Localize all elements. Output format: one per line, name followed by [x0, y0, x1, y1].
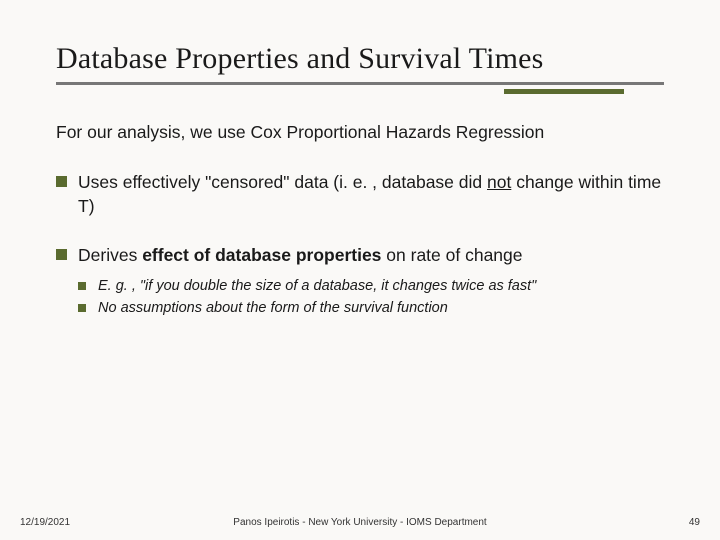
bullet-text-not: not — [487, 172, 511, 192]
bullet-text-strong: effect of database properties — [142, 245, 381, 265]
footer-date: 12/19/2021 — [20, 517, 70, 528]
sub-bullet-text: No assumptions about the form of the sur… — [98, 300, 448, 316]
lead-text: For our analysis, we use Cox Proportiona… — [56, 122, 664, 143]
bullet-text-post: on rate of change — [381, 245, 522, 265]
title-accent-bar — [504, 89, 624, 94]
footer-attribution: Panos Ipeirotis - New York University - … — [233, 517, 486, 528]
title-underline — [56, 82, 664, 85]
footer-page-number: 49 — [689, 517, 700, 528]
slide-footer: 12/19/2021 Panos Ipeirotis - New York Un… — [0, 517, 720, 528]
bullet-item: Derives effect of database properties on… — [56, 244, 664, 319]
bullet-text-pre: Derives — [78, 245, 142, 265]
sub-bullet-text: E. g. , "if you double the size of a dat… — [98, 278, 536, 294]
bullet-item: Uses effectively "censored" data (i. e. … — [56, 171, 664, 218]
sub-bullet-item: No assumptions about the form of the sur… — [78, 298, 664, 320]
slide-title: Database Properties and Survival Times — [56, 42, 664, 76]
sub-bullet-item: E. g. , "if you double the size of a dat… — [78, 276, 664, 298]
bullet-text-pre: Uses effectively "censored" data (i. e. … — [78, 172, 487, 192]
